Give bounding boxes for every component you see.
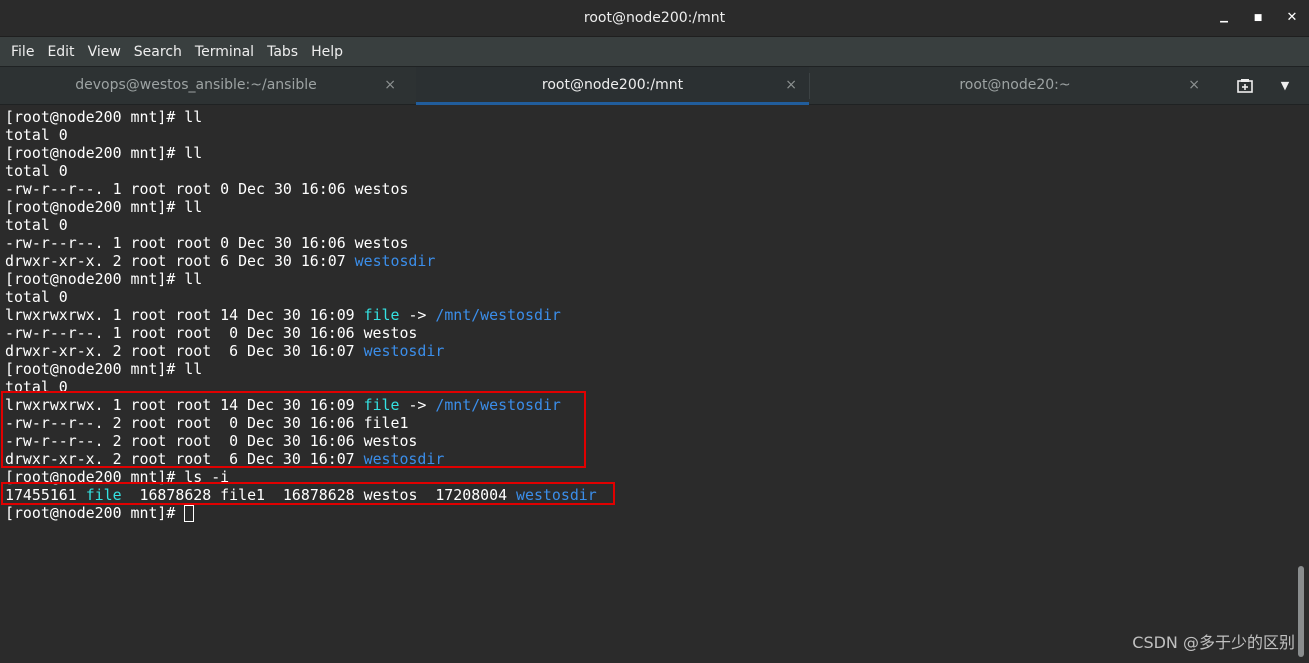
terminal-line: [root@node200 mnt]# ll [5,144,1296,162]
tab-root-node200-mnt[interactable]: root@node200:/mnt × [416,67,809,105]
terminal-line: total 0 [5,288,1296,306]
tabs-menu-chevron-down-icon[interactable]: ▼ [1268,67,1302,105]
terminal-text-segment: total 0 [5,216,68,234]
terminal-line: drwxr-xr-x. 2 root root 6 Dec 30 16:07 w… [5,342,1296,360]
directory-name: westosdir [354,252,436,270]
terminal-text-segment: -> [399,306,436,324]
terminal-line: lrwxrwxrwx. 1 root root 14 Dec 30 16:09 … [5,306,1296,324]
terminal-text-segment: total 0 [5,288,68,306]
terminal-text-segment: [root@node200 mnt]# [5,504,185,522]
tab-close-icon[interactable]: × [384,67,396,104]
terminal-text-segment: lrwxrwxrwx. 1 root root 14 Dec 30 16:09 [5,306,364,324]
terminal-line: -rw-r--r--. 1 root root 0 Dec 30 16:06 w… [5,234,1296,252]
terminal-text-segment: drwxr-xr-x. 2 root root 6 Dec 30 16:07 [5,252,355,270]
new-tab-glyph [1237,79,1253,93]
terminal-text-segment: [root@node200 mnt]# ll [5,144,203,162]
terminal-text-segment: [root@node200 mnt]# ll [5,198,203,216]
terminal-text-segment: -rw-r--r--. 1 root root 0 Dec 30 16:06 w… [5,180,409,198]
menu-edit[interactable]: Edit [41,38,80,66]
tab-close-icon[interactable]: × [785,67,797,104]
terminal-line: total 0 [5,126,1296,144]
terminal-line: [root@node200 mnt]# ll [5,360,1296,378]
terminal-line: [root@node200 mnt]# [5,504,1296,522]
terminal-text-segment: total 0 [5,162,68,180]
terminal-cursor [184,505,195,522]
terminal-text-segment: -rw-r--r--. 1 root root 0 Dec 30 16:06 w… [5,324,418,342]
maximize-button[interactable]: ■ [1241,0,1275,36]
highlight-box-ls-i-output [1,482,615,505]
terminal-text-segment: total 0 [5,126,68,144]
menu-bar: File Edit View Search Terminal Tabs Help [0,36,1309,67]
window-title: root@node200:/mnt [583,10,726,26]
scrollbar-thumb[interactable] [1298,566,1304,657]
tab-label: devops@westos_ansible:~/ansible [75,77,317,93]
tab-bar: devops@westos_ansible:~/ansible × root@n… [0,66,1309,105]
menu-tabs[interactable]: Tabs [261,38,304,66]
window-controls: ▁ ■ ✕ [1207,0,1309,36]
terminal-line: total 0 [5,216,1296,234]
menu-file[interactable]: File [5,38,40,66]
terminal-text-segment: [root@node200 mnt]# ll [5,270,203,288]
menu-search[interactable]: Search [128,38,188,66]
tab-root-node20[interactable]: root@node20:~ × [810,67,1220,105]
watermark: CSDN @多于少的区别 [1132,633,1295,652]
terminal-scrollbar[interactable] [1296,105,1309,663]
terminal-text-segment: drwxr-xr-x. 2 root root 6 Dec 30 16:07 [5,342,364,360]
terminal-line: -rw-r--r--. 1 root root 0 Dec 30 16:06 w… [5,180,1296,198]
terminal-line: total 0 [5,162,1296,180]
tab-label: root@node200:/mnt [541,77,684,93]
directory-name: westosdir [363,342,445,360]
terminal-output[interactable]: [root@node200 mnt]# ll total 0 [root@node2… [0,105,1296,663]
terminal-text-segment: [root@node200 mnt]# ll [5,108,203,126]
new-tab-icon[interactable] [1228,67,1262,105]
close-window-button[interactable]: ✕ [1275,0,1309,36]
terminal-line: [root@node200 mnt]# ll [5,108,1296,126]
menu-terminal[interactable]: Terminal [189,38,260,66]
tab-label: root@node20:~ [959,77,1071,93]
symlink-name: file [363,306,400,324]
menu-view[interactable]: View [82,38,127,66]
tab-close-icon[interactable]: × [1188,67,1200,104]
terminal-line: -rw-r--r--. 1 root root 0 Dec 30 16:06 w… [5,324,1296,342]
terminal-text-segment: -rw-r--r--. 1 root root 0 Dec 30 16:06 w… [5,234,409,252]
tab-devops-ansible[interactable]: devops@westos_ansible:~/ansible × [4,67,416,105]
minimize-button[interactable]: ▁ [1207,0,1241,36]
terminal-line: [root@node200 mnt]# ll [5,198,1296,216]
terminal-line: [root@node200 mnt]# ll [5,270,1296,288]
menu-help[interactable]: Help [305,38,349,66]
directory-name: /mnt/westosdir [435,306,561,324]
window-titlebar: root@node200:/mnt ▁ ■ ✕ [0,0,1309,36]
terminal-line: drwxr-xr-x. 2 root root 6 Dec 30 16:07 w… [5,252,1296,270]
highlight-box-ll-output [1,391,586,468]
terminal-text-segment: [root@node200 mnt]# ll [5,360,203,378]
